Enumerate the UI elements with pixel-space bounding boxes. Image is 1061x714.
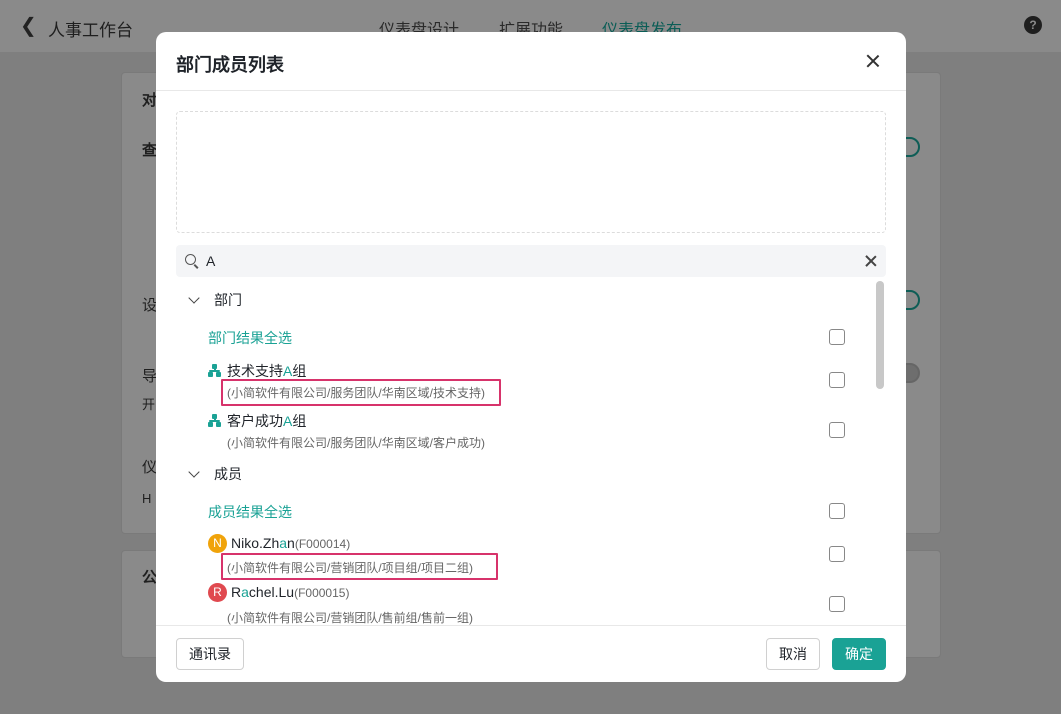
member-path: (小简软件有限公司/营销团队/售前组/售前一组) bbox=[227, 611, 473, 625]
member-name-match: a bbox=[241, 584, 249, 601]
dept-item-title[interactable]: 技术支持A组 bbox=[208, 361, 306, 381]
close-icon[interactable] bbox=[862, 50, 884, 72]
member-code: (F000015) bbox=[294, 586, 350, 601]
member-item-checkbox[interactable] bbox=[829, 596, 845, 612]
modal-title: 部门成员列表 bbox=[176, 55, 284, 75]
bg-label: 公 bbox=[142, 569, 158, 586]
dept-path: (小简软件有限公司/服务团队/华南区域/客户成功) bbox=[227, 436, 485, 450]
section-header-members[interactable]: 成员 bbox=[188, 464, 242, 484]
app-title: 人事工作台 bbox=[48, 21, 133, 40]
avatar: N bbox=[208, 534, 227, 553]
help-icon[interactable]: ? bbox=[1024, 16, 1042, 34]
member-name-match: a bbox=[279, 535, 288, 552]
bg-label: 开 bbox=[142, 397, 156, 412]
clear-icon[interactable] bbox=[864, 254, 878, 268]
member-select-all-checkbox[interactable] bbox=[829, 503, 845, 519]
avatar: R bbox=[208, 583, 227, 602]
dept-name: 组 bbox=[292, 363, 307, 379]
section-label: 成员 bbox=[214, 466, 242, 482]
dept-name: 客户成功 bbox=[227, 413, 283, 429]
member-name: chel.Lu bbox=[248, 584, 295, 601]
bg-label: 仪 bbox=[142, 459, 158, 476]
org-chart-icon bbox=[208, 414, 221, 427]
org-chart-icon bbox=[208, 364, 221, 377]
back-arrow-icon[interactable]: ❮ bbox=[20, 15, 40, 37]
member-name: R bbox=[231, 584, 242, 601]
search-input[interactable] bbox=[206, 251, 846, 271]
dept-name: 组 bbox=[292, 413, 307, 429]
contacts-button[interactable]: 通讯录 bbox=[176, 638, 244, 670]
bg-label: 导 bbox=[142, 368, 158, 385]
department-member-modal: 部门成员列表 部门 部门结果全选 技术支持A组 (小简软件有限公司/服务团队/华… bbox=[156, 32, 906, 682]
chevron-down-icon bbox=[188, 292, 200, 304]
dept-item-checkbox[interactable] bbox=[829, 372, 845, 388]
search-bar bbox=[176, 245, 886, 277]
member-name: n bbox=[287, 535, 295, 552]
dept-name: 技术支持 bbox=[227, 363, 283, 379]
member-item-title[interactable]: N Niko.Zhan(F000014) bbox=[208, 534, 351, 554]
member-item-title[interactable]: R Rachel.Lu(F000015) bbox=[208, 583, 350, 603]
bg-label: H bbox=[142, 491, 152, 506]
scrollbar[interactable] bbox=[876, 281, 884, 389]
bg-label: 查 bbox=[142, 142, 158, 159]
dept-name-match: A bbox=[283, 413, 293, 429]
member-code: (F000014) bbox=[294, 537, 351, 552]
highlight-box bbox=[221, 379, 501, 406]
dept-select-all-checkbox[interactable] bbox=[829, 329, 845, 345]
confirm-button[interactable]: 确定 bbox=[832, 638, 886, 670]
dept-item-checkbox[interactable] bbox=[829, 422, 845, 438]
member-item-checkbox[interactable] bbox=[829, 546, 845, 562]
dept-item-title[interactable]: 客户成功A组 bbox=[208, 411, 306, 431]
bg-label: 对 bbox=[142, 92, 158, 109]
bg-label: 设 bbox=[142, 297, 158, 314]
divider bbox=[156, 90, 906, 91]
section-header-department[interactable]: 部门 bbox=[188, 290, 242, 310]
cancel-button[interactable]: 取消 bbox=[766, 638, 820, 670]
dept-name-match: A bbox=[283, 363, 293, 379]
selected-items-area bbox=[176, 111, 886, 233]
dept-select-all[interactable]: 部门结果全选 bbox=[208, 328, 292, 348]
divider bbox=[156, 625, 906, 626]
member-name: Niko.Zh bbox=[231, 535, 280, 552]
search-icon bbox=[185, 254, 196, 265]
highlight-box bbox=[221, 553, 498, 580]
section-label: 部门 bbox=[214, 292, 242, 308]
member-select-all[interactable]: 成员结果全选 bbox=[208, 502, 292, 522]
chevron-down-icon bbox=[188, 466, 200, 478]
